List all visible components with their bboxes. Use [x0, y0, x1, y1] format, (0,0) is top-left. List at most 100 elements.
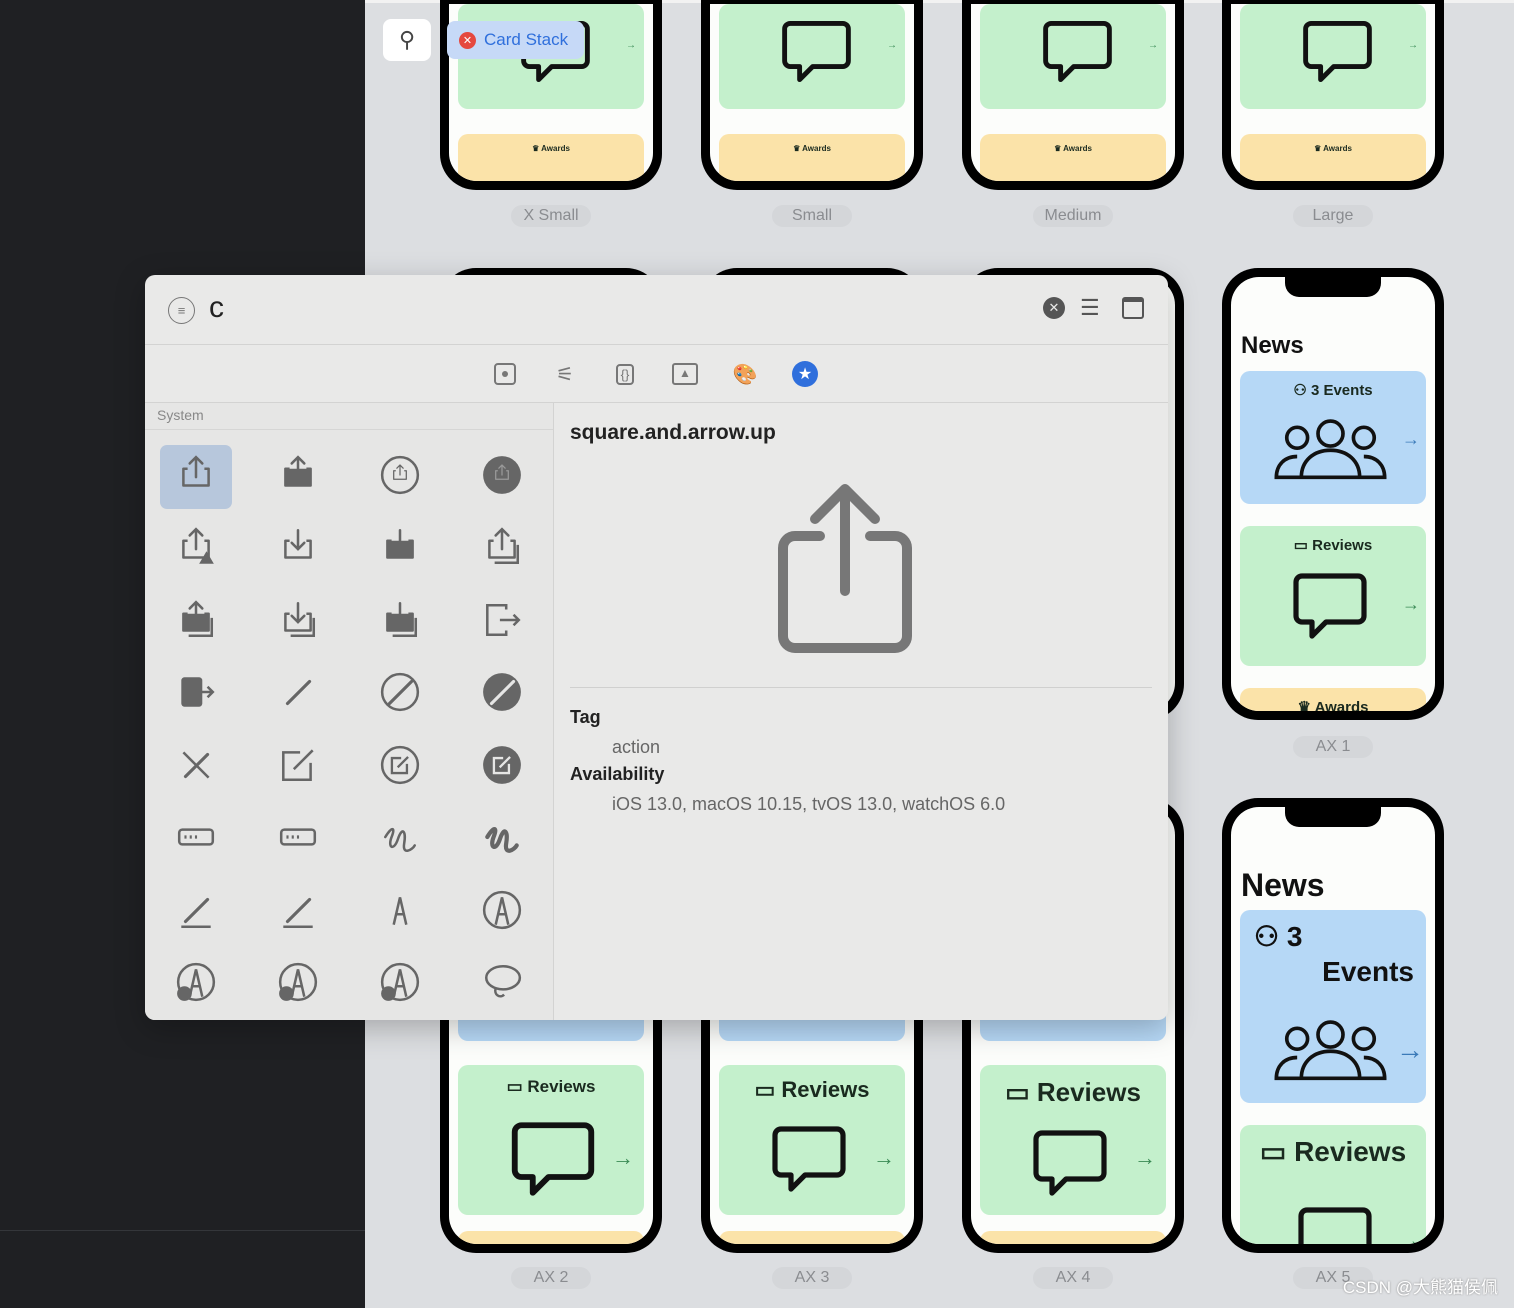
images-tab-icon[interactable]: ▲	[672, 361, 698, 387]
colors-tab-icon[interactable]: 🎨	[732, 361, 758, 387]
symbol-pencil-tip[interactable]	[364, 880, 436, 944]
symbol-pencil-tip-crop-circle[interactable]	[466, 880, 538, 944]
people-icon	[1274, 419, 1387, 480]
symbol-square-and-pencil-circle-fill[interactable]	[466, 735, 538, 799]
preview-phone: News ⚇ 3 Events → ▭ Reviews →	[1222, 798, 1444, 1253]
symbol-square-and-arrow-up-on-square[interactable]	[466, 518, 538, 582]
symbol-rectangle-portrait-and-arrow-right-fill[interactable]	[160, 663, 232, 727]
news-title: News	[1241, 867, 1325, 903]
reviews-label: Reviews	[781, 1077, 870, 1102]
pencil-tip-crop-circle-icon	[481, 889, 523, 936]
symbol-square-and-arrow-up-circle[interactable]	[364, 445, 436, 509]
symbol-pencil-slash[interactable]	[160, 735, 232, 799]
ellipsis-rectangle-icon	[277, 816, 319, 863]
crown-icon: ♛	[1314, 144, 1322, 153]
symbol-pencil-and-outline[interactable]	[262, 880, 334, 944]
pencil-icon	[277, 671, 319, 718]
preview-label: Medium	[1033, 205, 1113, 227]
crown-icon: ♛	[532, 144, 540, 153]
symbol-pencil-tip-crop-circle-badge-minus[interactable]	[262, 953, 334, 1017]
bubble-icon	[1293, 573, 1367, 639]
rectangle-portrait-and-arrow-right-icon	[481, 599, 523, 646]
card-stack-tag[interactable]: ✕ Card Stack	[447, 21, 584, 59]
square-and-arrow-down-on-square-icon	[277, 599, 319, 646]
symbol-square-and-arrow-down-on-square[interactable]	[262, 590, 334, 654]
tag-label: Card Stack	[484, 30, 569, 49]
square-and-pencil-circle-fill-icon	[481, 744, 523, 791]
symbol-detail: square.and.arrow.up Tag action Availabil…	[570, 403, 1152, 1020]
square-and-arrow-up-on-square-fill-icon	[175, 599, 217, 646]
window-icon[interactable]	[1122, 297, 1144, 319]
availability-value: iOS 13.0, macOS 10.15, tvOS 13.0, watchO…	[612, 794, 1006, 814]
square-and-arrow-down-icon	[277, 526, 319, 573]
symbol-square-and-arrow-up-circle-fill[interactable]	[466, 445, 538, 509]
pencil-tip-crop-circle-badge-plus-icon	[175, 961, 217, 1008]
symbol-pencil-circle-fill[interactable]	[466, 663, 538, 727]
pencil-tip-crop-circle-badge-arrow-forward-icon	[379, 961, 421, 1008]
symbol-pencil[interactable]	[262, 663, 334, 727]
symbol-lasso[interactable]	[466, 953, 538, 1017]
bubble-icon	[1298, 1207, 1372, 1244]
symbol-library-popup: ≡ ✕ ☰ ⚟ {} ▲ 🎨 ★ System square.and.arrow…	[145, 275, 1168, 1020]
symbols-tab-icon[interactable]: ★	[792, 361, 818, 387]
pin-button[interactable]: ⚲	[383, 19, 431, 61]
preview-label: X Small	[511, 205, 591, 227]
rectangle-and-pencil-and-ellipsis-icon	[175, 816, 217, 863]
crown-icon: ♛	[793, 144, 801, 153]
symbol-square-and-arrow-down[interactable]	[262, 518, 334, 582]
square-and-arrow-down-on-square-fill-icon	[379, 599, 421, 646]
snippets-tab-icon[interactable]: {}	[612, 361, 638, 387]
symbol-square-and-pencil[interactable]	[262, 735, 334, 799]
square-and-arrow-up-fill-icon	[277, 454, 319, 501]
preview-phone: → ♛ Awards	[701, 0, 923, 190]
symbol-square-and-arrow-up[interactable]	[160, 445, 232, 509]
symbol-rectangle-and-pencil-and-ellipsis[interactable]	[160, 808, 232, 872]
square-and-arrow-up-circle-fill-icon	[481, 454, 523, 501]
preview-phone: News ⚇ 3 Events → ▭ Reviews → ♛ Awards	[1222, 268, 1444, 720]
symbol-pencil-line[interactable]	[160, 880, 232, 944]
symbol-pencil-circle[interactable]	[364, 663, 436, 727]
symbol-scribble[interactable]	[364, 808, 436, 872]
preview-phone: → ♛ Awards	[962, 0, 1184, 190]
symbol-square-and-arrow-down-on-square-fill[interactable]	[364, 590, 436, 654]
symbol-scribble-variable[interactable]	[466, 808, 538, 872]
awards-label: Awards	[1323, 144, 1352, 153]
symbol-square-and-arrow-down-fill[interactable]	[364, 518, 436, 582]
pin-icon: ⚲	[398, 27, 416, 52]
preview-label: AX 1	[1293, 736, 1373, 758]
bubble-icon	[772, 1126, 846, 1192]
symbol-rectangle-portrait-and-arrow-right[interactable]	[466, 590, 538, 654]
symbol-pencil-tip-crop-circle-badge-plus[interactable]	[160, 953, 232, 1017]
symbol-square-and-arrow-up-fill[interactable]	[262, 445, 334, 509]
symbol-square-and-arrow-up-trianglebadge-exclamationmark[interactable]	[160, 518, 232, 582]
crown-icon: ♛	[1054, 144, 1062, 153]
preview-label: Large	[1293, 205, 1373, 227]
events-label: Events	[1322, 956, 1414, 987]
views-tab-icon[interactable]	[494, 363, 516, 385]
bubble-icon	[1033, 1130, 1107, 1196]
reviews-label: Reviews	[1036, 1077, 1141, 1107]
pencil-tip-icon	[379, 889, 421, 936]
reviews-label: Reviews	[1312, 537, 1373, 554]
bubble-icon	[1303, 20, 1372, 83]
symbol-square-and-pencil-circle[interactable]	[364, 735, 436, 799]
search-input[interactable]	[209, 291, 909, 325]
preview-label: AX 3	[772, 1267, 852, 1289]
filter-icon[interactable]: ≡	[168, 297, 195, 324]
square-and-pencil-circle-icon	[379, 744, 421, 791]
bubble-icon	[511, 1122, 595, 1196]
awards-label: Awards	[1063, 144, 1092, 153]
symbol-pencil-tip-crop-circle-badge-arrow-forward[interactable]	[364, 953, 436, 1017]
preview-label: AX 2	[511, 1267, 591, 1289]
symbol-square-and-arrow-up-on-square-fill[interactable]	[160, 590, 232, 654]
symbol-ellipsis-rectangle[interactable]	[262, 808, 334, 872]
pencil-slash-icon	[175, 744, 217, 791]
bubble-icon	[1043, 20, 1112, 83]
tag-heading: Tag	[570, 707, 601, 727]
modifiers-tab-icon[interactable]: ⚟	[552, 361, 578, 387]
clear-icon[interactable]: ✕	[1043, 297, 1065, 319]
events-label: 3 Events	[1310, 382, 1373, 399]
list-icon[interactable]: ☰	[1080, 295, 1100, 321]
rectangle-portrait-and-arrow-right-fill-icon	[175, 671, 217, 718]
close-icon[interactable]: ✕	[459, 31, 476, 49]
